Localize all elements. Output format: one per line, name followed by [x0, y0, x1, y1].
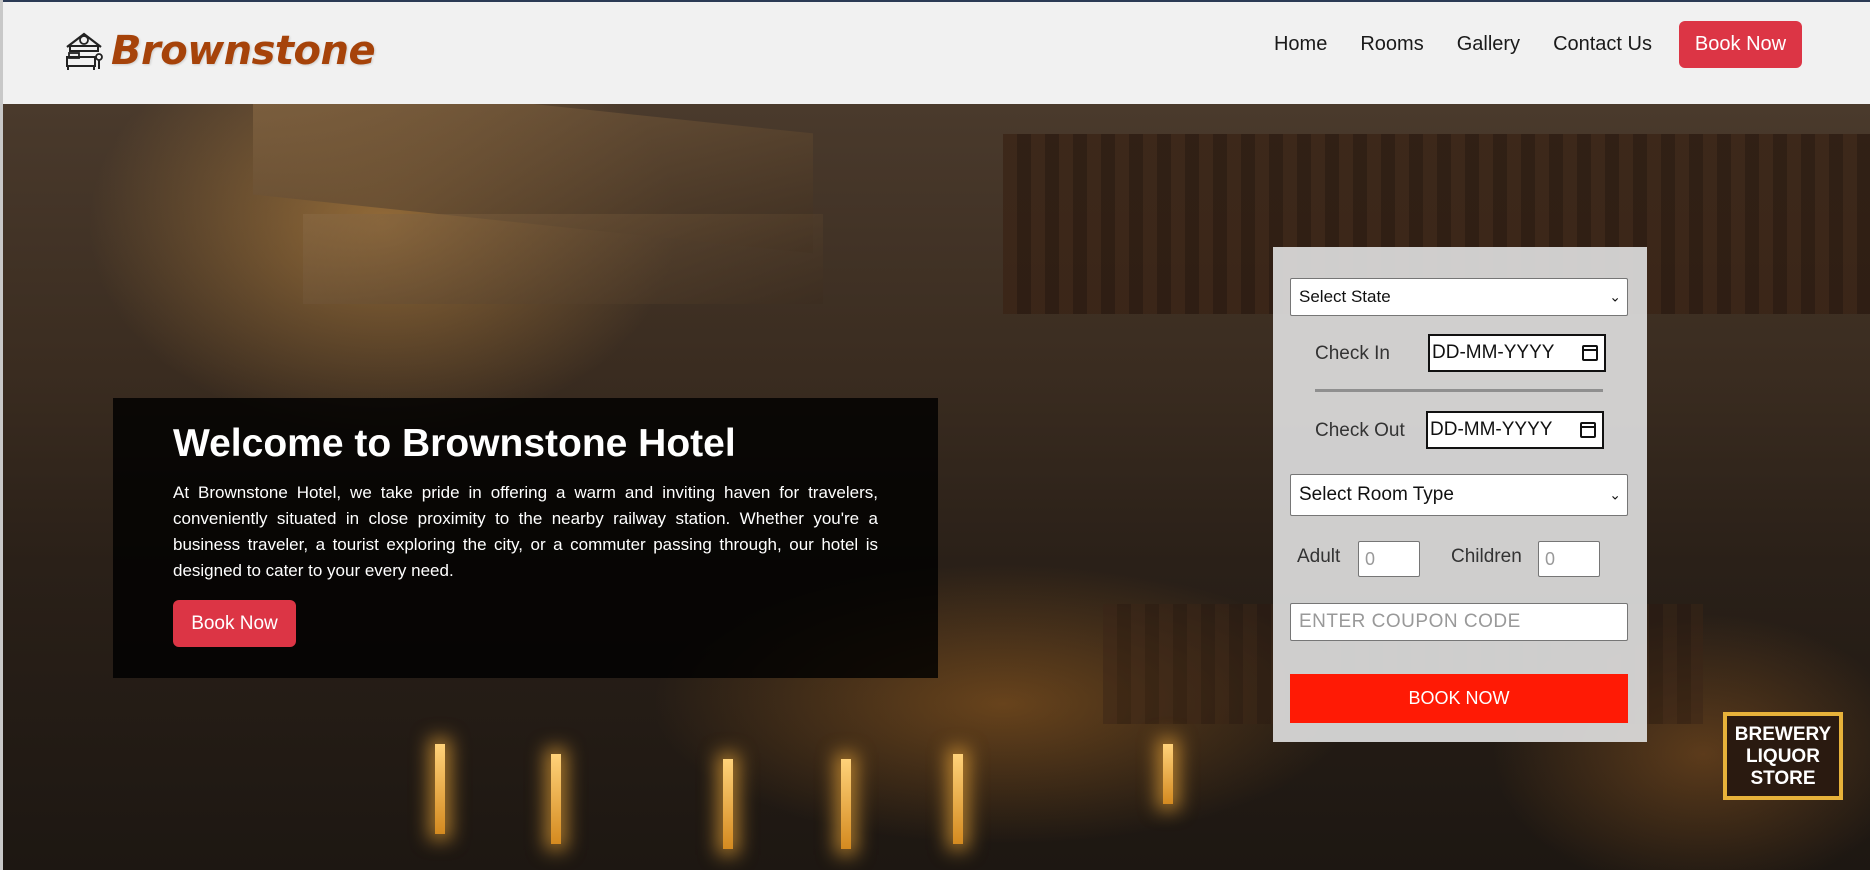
calendar-icon[interactable] — [1580, 422, 1596, 438]
bar-light — [723, 759, 733, 849]
hotel-bed-icon — [61, 29, 107, 73]
coupon-input[interactable]: ENTER COUPON CODE — [1290, 603, 1628, 641]
check-out-value: DD-MM-YYYY — [1430, 419, 1553, 440]
check-out-input[interactable]: DD-MM-YYYY — [1426, 411, 1604, 449]
hero-book-now-button[interactable]: Book Now — [173, 600, 296, 647]
check-in-label: Check In — [1315, 343, 1390, 364]
bar-light — [953, 754, 963, 844]
children-label: Children — [1451, 546, 1522, 567]
main-nav: Home Rooms Gallery Contact Us Book Now — [1241, 21, 1802, 68]
children-placeholder: 0 — [1545, 548, 1556, 569]
adult-label: Adult — [1297, 546, 1341, 567]
booking-submit-button[interactable]: BOOK NOW — [1290, 674, 1628, 723]
welcome-box: Welcome to Brownstone Hotel At Brownston… — [113, 398, 938, 678]
brand-name: Brownstone — [111, 28, 376, 74]
nav-gallery[interactable]: Gallery — [1457, 33, 1520, 56]
state-select[interactable]: Select State ⌄ — [1290, 278, 1628, 316]
nav-contact-us[interactable]: Contact Us — [1553, 33, 1652, 56]
brewery-sign: BREWERY LIQUOR STORE — [1723, 712, 1843, 800]
adult-placeholder: 0 — [1365, 548, 1376, 569]
chevron-down-icon: ⌄ — [1609, 486, 1621, 503]
nav-home[interactable]: Home — [1274, 33, 1327, 56]
state-select-value: Select State — [1299, 287, 1391, 306]
coupon-placeholder: ENTER COUPON CODE — [1299, 611, 1521, 632]
hero-title: Welcome to Brownstone Hotel — [173, 422, 736, 465]
chevron-down-icon: ⌄ — [1609, 288, 1621, 305]
logo[interactable]: Brownstone — [61, 28, 376, 74]
nav-rooms[interactable]: Rooms — [1360, 33, 1423, 56]
room-type-select[interactable]: Select Room Type ⌄ — [1290, 474, 1628, 516]
check-in-input[interactable]: DD-MM-YYYY — [1428, 334, 1606, 372]
bar-light — [1163, 744, 1173, 804]
hero-description: At Brownstone Hotel, we take pride in of… — [173, 483, 878, 580]
site-header: Brownstone Home Rooms Gallery Contact Us… — [3, 2, 1870, 104]
bar-light — [841, 759, 851, 849]
check-in-value: DD-MM-YYYY — [1432, 342, 1555, 363]
calendar-icon[interactable] — [1582, 345, 1598, 361]
bar-light — [551, 754, 561, 844]
adult-input[interactable]: 0 — [1358, 541, 1420, 577]
divider — [1315, 389, 1603, 392]
ceiling-panel — [303, 214, 823, 304]
header-book-now-button[interactable]: Book Now — [1679, 21, 1802, 68]
check-out-label: Check Out — [1315, 420, 1405, 441]
booking-form: Select State ⌄ Check In DD-MM-YYYY Check… — [1273, 247, 1647, 742]
bar-light — [435, 744, 445, 834]
room-type-select-value: Select Room Type — [1299, 484, 1454, 505]
children-input[interactable]: 0 — [1538, 541, 1600, 577]
